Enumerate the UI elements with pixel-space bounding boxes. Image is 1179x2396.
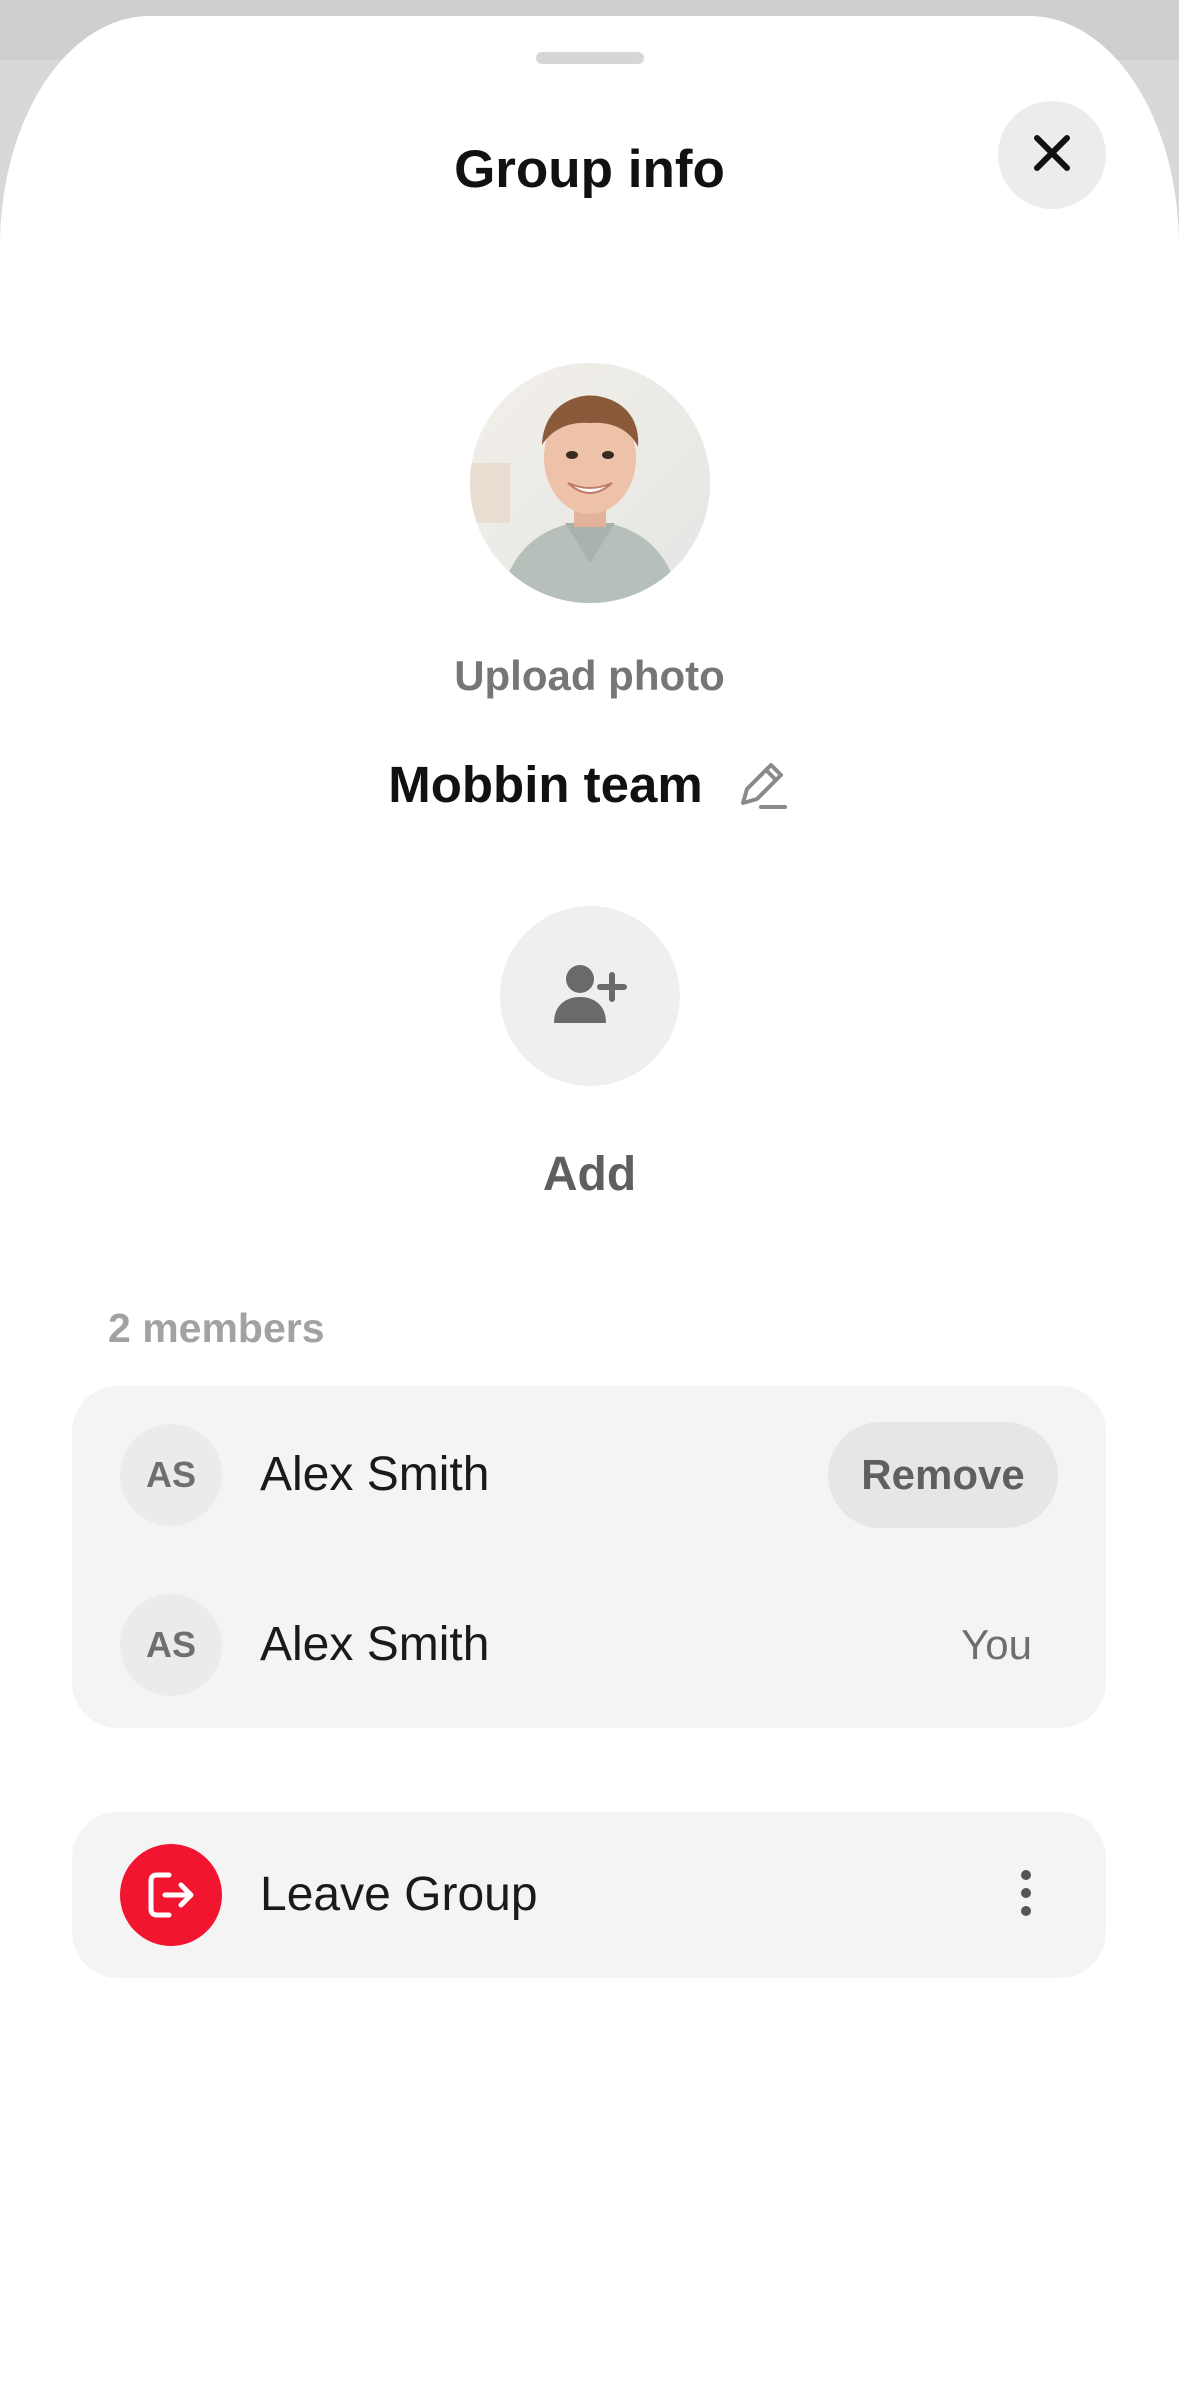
leave-group-label: Leave Group (260, 1868, 538, 1921)
close-button[interactable] (998, 101, 1106, 209)
member-name: Alex Smith (260, 1618, 490, 1671)
add-person-icon (550, 959, 630, 1034)
add-member-button[interactable] (500, 906, 680, 1086)
you-tag: You (961, 1621, 1032, 1668)
member-name: Alex Smith (260, 1448, 490, 1501)
group-name: Mobbin team (388, 756, 703, 813)
upload-photo-link[interactable]: Upload photo (0, 646, 1179, 706)
more-options-button[interactable] (1006, 1855, 1046, 1935)
member-avatar: AS (120, 1424, 222, 1526)
add-label: Add (542, 1148, 637, 1201)
leave-group-button[interactable]: Leave Group (72, 1812, 1106, 1978)
close-icon (1031, 132, 1073, 179)
members-list: AS Alex Smith Remove AS Alex Smith You (72, 1386, 1106, 1728)
sheet-grabber[interactable] (536, 52, 644, 64)
member-row[interactable]: AS Alex Smith You (72, 1560, 1106, 1730)
members-count: 2 members (108, 1305, 325, 1351)
more-vertical-icon (1018, 1867, 1034, 1924)
group-name-row: Mobbin team (0, 750, 1179, 820)
leave-icon (120, 1844, 222, 1946)
member-avatar: AS (120, 1594, 222, 1696)
remove-member-button[interactable]: Remove (828, 1422, 1058, 1528)
pencil-icon[interactable] (731, 755, 791, 815)
group-info-sheet: Group info Upload photo Mobbin team Add … (0, 16, 1179, 2396)
member-row[interactable]: AS Alex Smith Remove (72, 1390, 1106, 1560)
group-photo[interactable] (470, 363, 710, 603)
